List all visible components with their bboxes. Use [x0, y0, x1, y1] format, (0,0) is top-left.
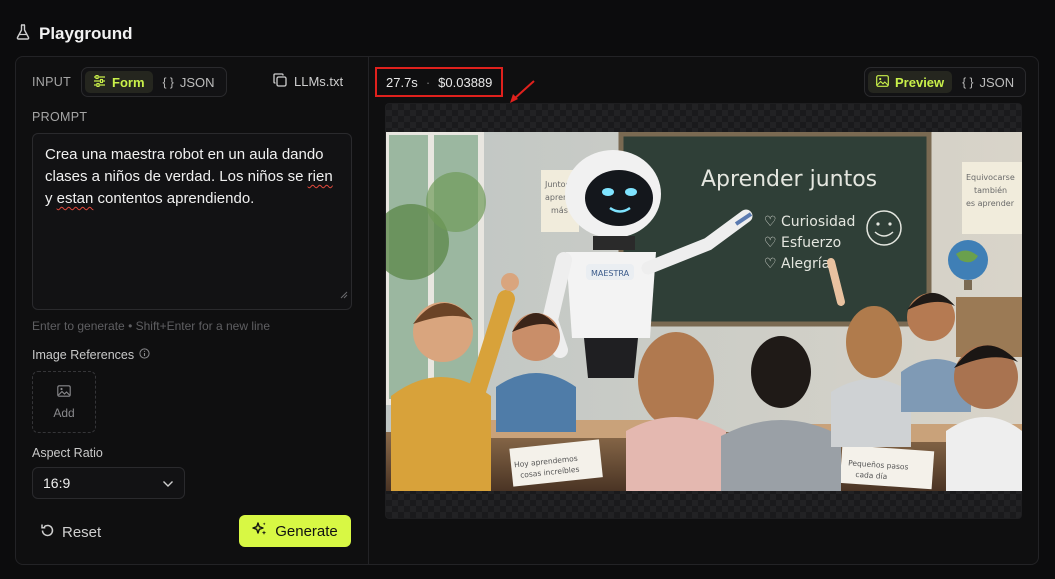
- reset-icon: [40, 523, 55, 542]
- board-item-3: ♡ Alegría: [764, 256, 830, 272]
- add-image-reference-button[interactable]: Add: [32, 371, 96, 433]
- input-mode-toggle: Form { } JSON: [81, 67, 227, 97]
- board-item-1: ♡ Curiosidad: [764, 214, 855, 230]
- llms-txt-link[interactable]: LLMs.txt: [273, 73, 343, 90]
- resize-handle-icon[interactable]: [340, 284, 348, 306]
- input-label: INPUT: [32, 75, 71, 89]
- aspect-ratio-value: 16:9: [43, 475, 71, 491]
- panel-divider: [368, 57, 369, 564]
- prompt-misspelled-1: rien: [307, 168, 333, 185]
- prompt-text-3: contentos aprendiendo.: [93, 190, 255, 207]
- preview-canvas: Juntos aprende más Aprender juntos ♡ Cur…: [385, 103, 1022, 519]
- chevron-down-icon: [162, 475, 174, 491]
- tab-preview[interactable]: Preview: [868, 71, 953, 93]
- llms-txt-label: LLMs.txt: [294, 74, 344, 89]
- reset-button[interactable]: Reset: [40, 521, 101, 543]
- generate-label: Generate: [275, 522, 338, 540]
- image-icon: [876, 74, 889, 90]
- prompt-label: PROMPT: [32, 110, 88, 124]
- tab-form[interactable]: Form: [85, 71, 153, 93]
- output-mode-toggle: Preview { } JSON: [864, 67, 1027, 97]
- copy-icon: [273, 73, 287, 90]
- stats-separator: ·: [425, 74, 431, 90]
- robot-badge: MAESTRA: [591, 269, 630, 278]
- tab-json-input[interactable]: { } JSON: [155, 71, 223, 93]
- prompt-text-1: Crea una maestra robot en un aula dando …: [45, 146, 324, 185]
- reset-label: Reset: [62, 523, 102, 541]
- annotation-arrow: [510, 80, 535, 103]
- add-label: Add: [53, 405, 75, 420]
- sliders-icon: [93, 74, 106, 90]
- generate-button[interactable]: Generate: [239, 515, 351, 547]
- board-item-2: ♡ Esfuerzo: [764, 235, 841, 251]
- board-title: Aprender juntos: [701, 167, 877, 192]
- prompt-misspelled-2: estan: [56, 190, 94, 207]
- right-poster-line-2: también: [974, 185, 1007, 195]
- image-icon: [57, 384, 71, 400]
- image-references-text: Image References: [32, 348, 135, 362]
- flask-icon: [16, 23, 30, 45]
- generation-stats: 27.7s · $0.03889: [375, 67, 504, 97]
- playground-card: INPUT Form { } JSON LLMs.txt PROMPT Crea…: [15, 56, 1039, 565]
- prompt-textarea[interactable]: Crea una maestra robot en un aula dando …: [32, 133, 352, 310]
- page-title: Playground: [39, 24, 133, 43]
- tab-preview-label: Preview: [895, 74, 945, 90]
- sparkles-icon: [252, 521, 268, 541]
- aspect-ratio-label: Aspect Ratio: [32, 446, 103, 460]
- braces-icon: { }: [162, 75, 174, 89]
- generated-image[interactable]: Juntos aprende más Aprender juntos ♡ Cur…: [386, 132, 1022, 491]
- aspect-ratio-select[interactable]: 16:9: [32, 467, 185, 499]
- info-icon[interactable]: [139, 348, 150, 362]
- prompt-hint: Enter to generate • Shift+Enter for a ne…: [32, 319, 271, 333]
- page-header: Playground: [16, 22, 133, 46]
- generation-time: 27.7s: [386, 74, 418, 90]
- left-poster-line-3: más: [551, 206, 568, 215]
- tab-json-output-label: JSON: [979, 74, 1015, 90]
- right-poster-line-1: Equivocarse: [966, 173, 1015, 182]
- tab-form-label: Form: [112, 74, 145, 90]
- prompt-text-2: y: [45, 190, 57, 207]
- tab-json-output[interactable]: { } JSON: [954, 71, 1022, 93]
- generation-cost: $0.03889: [438, 74, 493, 90]
- right-poster-line-3: es aprender: [966, 199, 1015, 208]
- tab-json-input-label: JSON: [179, 74, 215, 90]
- braces-icon: { }: [962, 75, 974, 89]
- image-references-label: Image References: [32, 348, 150, 362]
